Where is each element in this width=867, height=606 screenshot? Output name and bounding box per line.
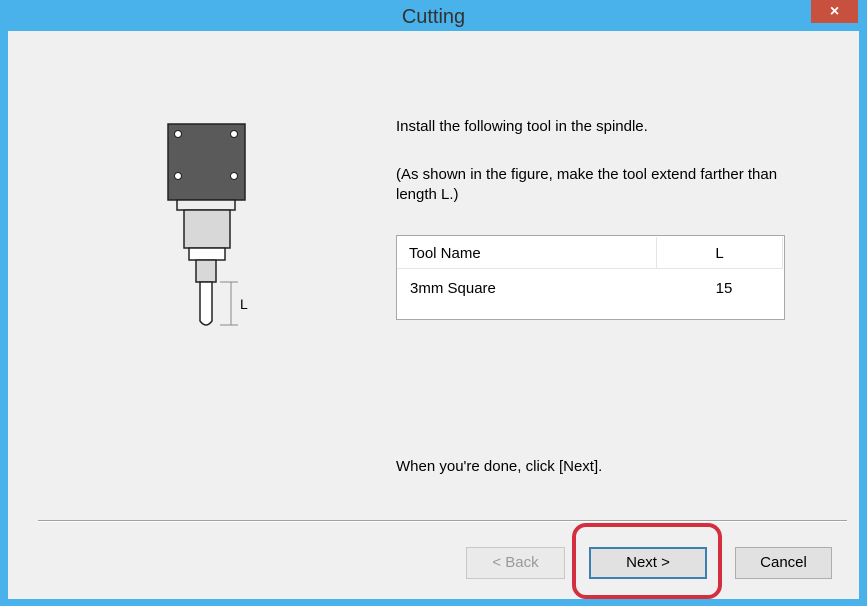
instruction-done: When you're done, click [Next]. bbox=[396, 458, 603, 475]
next-button-highlight-annotation bbox=[572, 523, 722, 599]
tool-illustration: L bbox=[167, 123, 248, 326]
column-header-l[interactable]: L bbox=[657, 237, 783, 269]
cancel-button[interactable]: Cancel bbox=[735, 547, 832, 579]
separator-line bbox=[38, 520, 847, 522]
title-bar[interactable]: Cutting × bbox=[0, 0, 867, 31]
dimension-label: L bbox=[240, 296, 248, 312]
tool-table[interactable]: Tool Name L 3mm Square 15 bbox=[396, 235, 785, 320]
window-title: Cutting bbox=[401, 6, 466, 28]
close-button[interactable]: × bbox=[811, 0, 858, 23]
column-header-tool-name[interactable]: Tool Name bbox=[397, 237, 657, 269]
back-button[interactable]: < Back bbox=[466, 547, 565, 579]
instruction-install: Install the following tool in the spindl… bbox=[396, 118, 648, 135]
cell-tool-name[interactable]: 3mm Square bbox=[410, 280, 496, 297]
cell-length[interactable]: 15 bbox=[697, 280, 751, 297]
instruction-extend: (As shown in the figure, make the tool e… bbox=[396, 166, 778, 203]
close-icon: × bbox=[829, 2, 840, 20]
